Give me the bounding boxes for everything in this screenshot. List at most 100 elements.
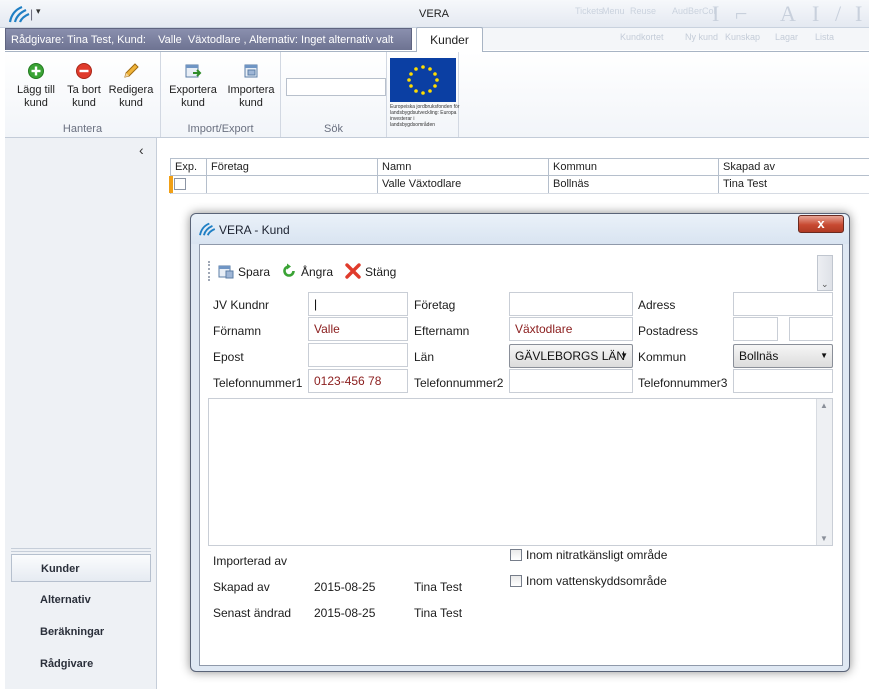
context-strip: Rådgivare: Tina Test, Kund: Valle Växtod… bbox=[5, 28, 412, 50]
dialog-title-bar[interactable]: VERA - Kund x bbox=[191, 214, 849, 244]
cell-namn: Valle Växtodlare bbox=[378, 176, 549, 193]
ribbon: Lägg till kund Ta bort kund Redigera kun… bbox=[5, 51, 869, 138]
context-text: Rådgivare: Tina Test, Kund: Valle Växtod… bbox=[11, 34, 394, 46]
navigation-panel: ‹ Kunder Alternativ Beräkningar Rådgivar… bbox=[5, 138, 157, 689]
jv-kundnr-input[interactable] bbox=[308, 292, 408, 316]
background-menu-item: Tickets bbox=[575, 6, 604, 16]
label-adress: Adress bbox=[638, 298, 676, 312]
nav-item-radgivare[interactable]: Rådgivare bbox=[11, 650, 151, 678]
notes-textarea[interactable]: ▲ ▼ bbox=[208, 398, 833, 546]
column-header-skapad-av[interactable]: Skapad av bbox=[719, 159, 869, 175]
add-customer-button[interactable]: Lägg till kund bbox=[11, 62, 61, 110]
nav-item-berakningar[interactable]: Beräkningar bbox=[11, 618, 151, 646]
background-menu-item: AudBerCol bbox=[672, 6, 716, 16]
skapad-av-user: Tina Test bbox=[414, 580, 463, 594]
background-glyph: / bbox=[835, 1, 842, 26]
close-button[interactable]: Stäng bbox=[345, 263, 396, 279]
table-row[interactable]: Valle Växtodlare Bollnäs Tina Test bbox=[169, 176, 869, 194]
nitrat-checkbox[interactable]: Inom nitratkänsligt område bbox=[510, 548, 667, 562]
telefon1-input[interactable]: 0123-456 78 bbox=[308, 369, 408, 393]
grid-header: Exp. Företag Namn Kommun Skapad av bbox=[171, 158, 869, 176]
scroll-up-icon[interactable]: ▲ bbox=[820, 401, 828, 410]
column-header-namn[interactable]: Namn bbox=[378, 159, 549, 175]
dialog-scrollbar[interactable] bbox=[817, 255, 833, 291]
telefon3-input[interactable] bbox=[733, 369, 833, 393]
efternamn-input[interactable]: Växtodlare bbox=[509, 317, 633, 341]
checkbox-box[interactable] bbox=[510, 575, 522, 587]
label-lan: Län bbox=[414, 350, 435, 364]
import-icon bbox=[244, 64, 258, 78]
customer-grid: Exp. Företag Namn Kommun Skapad av Valle… bbox=[169, 158, 869, 194]
label-fornamn: Förnamn bbox=[213, 324, 262, 338]
skapad-datum: 2015-08-25 bbox=[314, 580, 376, 594]
vera-logo-icon bbox=[199, 222, 216, 236]
ribbon-group-label: Hantera bbox=[62, 123, 103, 135]
postadress-zip-input[interactable] bbox=[733, 317, 778, 341]
cell-skapad-av: Tina Test bbox=[723, 178, 768, 190]
export-customer-button[interactable]: Exportera kund bbox=[165, 62, 221, 110]
checkbox-box[interactable] bbox=[510, 549, 522, 561]
background-glyph: A bbox=[780, 1, 796, 26]
background-ribbon-strip: Kundkortet Ny kund Kunskap Lagar Lista bbox=[470, 28, 869, 50]
collapse-chevron-icon[interactable]: ‹ bbox=[139, 142, 144, 158]
eu-caption: Europeiska jordbruksfonden för landsbygd… bbox=[390, 104, 460, 128]
ribbon-group-label: Import/Export bbox=[187, 123, 254, 135]
background-glyph: I bbox=[855, 1, 863, 26]
column-header-kommun[interactable]: Kommun bbox=[549, 159, 719, 175]
fornamn-input[interactable]: Valle bbox=[308, 317, 408, 341]
label-kommun: Kommun bbox=[638, 350, 687, 364]
label-foretag: Företag bbox=[414, 298, 456, 312]
label-senast-andrad: Senast ändrad bbox=[213, 606, 292, 620]
title-bar: | ▾ VERA Tickets Menu Reuse AudBerCol I … bbox=[0, 0, 869, 28]
selected-row-marker bbox=[169, 176, 173, 193]
adress-input[interactable] bbox=[733, 292, 833, 316]
postadress-city-input[interactable] bbox=[789, 317, 833, 341]
label-efternamn: Efternamn bbox=[414, 324, 470, 338]
undo-button[interactable]: Ångra bbox=[281, 263, 333, 279]
dialog-body: Spara Ångra Stäng JV Kundnr Företag Adre… bbox=[199, 244, 843, 666]
edit-customer-button[interactable]: Redigera kund bbox=[105, 62, 157, 110]
kommun-select[interactable]: Bollnäs bbox=[733, 344, 833, 368]
pencil-icon bbox=[124, 63, 139, 78]
remove-customer-button[interactable]: Ta bort kund bbox=[59, 62, 109, 110]
import-customer-button[interactable]: Importera kund bbox=[223, 62, 279, 110]
foretag-input[interactable] bbox=[509, 292, 633, 316]
export-checkbox[interactable] bbox=[174, 178, 186, 190]
epost-input[interactable] bbox=[308, 343, 408, 367]
nav-item-kunder[interactable]: Kunder bbox=[11, 554, 151, 582]
label-telefon1: Telefonnummer1 bbox=[213, 376, 303, 390]
label-telefon3: Telefonnummer3 bbox=[638, 376, 728, 390]
nav-item-alternativ[interactable]: Alternativ bbox=[11, 586, 151, 614]
scroll-down-icon[interactable]: ▼ bbox=[820, 534, 828, 543]
background-glyph: I bbox=[712, 1, 720, 26]
lan-select[interactable]: GÄVLEBORGS LÄN bbox=[509, 344, 633, 368]
vattenskydd-checkbox[interactable]: Inom vattenskyddsområde bbox=[510, 574, 667, 588]
customer-search-input[interactable] bbox=[286, 78, 386, 96]
ribbon-group-search: Sök bbox=[281, 52, 387, 137]
save-button[interactable]: Spara bbox=[218, 263, 270, 279]
cell-kommun: Bollnäs bbox=[549, 176, 719, 193]
ribbon-group-import-export: Exportera kund Importera kund Import/Exp… bbox=[161, 52, 281, 137]
background-glyph: I bbox=[812, 1, 820, 26]
notes-scrollbar[interactable]: ▲ ▼ bbox=[816, 399, 832, 545]
nav-splitter[interactable] bbox=[11, 548, 151, 552]
label-epost: Epost bbox=[213, 350, 244, 364]
background-glyph: ⌐ bbox=[735, 1, 748, 26]
column-header-foretag[interactable]: Företag bbox=[207, 159, 378, 175]
senast-andrad-datum: 2015-08-25 bbox=[314, 606, 376, 620]
label-skapad-av: Skapad av bbox=[213, 580, 270, 594]
save-icon bbox=[218, 265, 234, 279]
label-importerad-av: Importerad av bbox=[213, 554, 288, 568]
add-icon bbox=[28, 63, 44, 79]
label-postadress: Postadress bbox=[638, 324, 699, 338]
label-telefon2: Telefonnummer2 bbox=[414, 376, 504, 390]
ribbon-group-eu: Europeiska jordbruksfonden för landsbygd… bbox=[387, 52, 460, 137]
toolbar-grip[interactable] bbox=[208, 261, 211, 281]
telefon2-input[interactable] bbox=[509, 369, 633, 393]
tab-kunder[interactable]: Kunder bbox=[416, 27, 483, 52]
column-header-exp[interactable]: Exp. bbox=[171, 159, 207, 175]
dialog-close-button[interactable]: x bbox=[798, 215, 844, 233]
background-menu-item: Reuse bbox=[630, 6, 657, 16]
remove-icon bbox=[76, 63, 92, 79]
export-icon bbox=[185, 64, 202, 78]
